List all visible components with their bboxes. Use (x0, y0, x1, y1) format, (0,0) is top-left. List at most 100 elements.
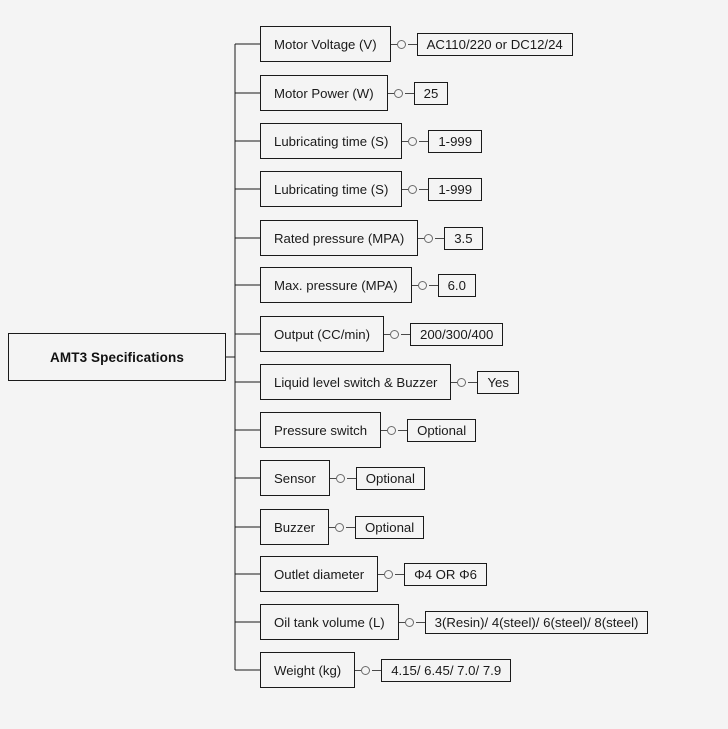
link-circle-connector-icon (398, 604, 425, 640)
spec-label-text: Weight (kg) (274, 662, 342, 678)
link-circle-connector-icon (418, 220, 445, 256)
connector-circle-icon (396, 39, 406, 49)
spec-label-node[interactable]: Oil tank volume (L) (260, 604, 399, 640)
spec-value-text: Optional (365, 470, 415, 486)
link-circle-connector-icon (402, 123, 429, 159)
spec-value-node[interactable]: 3(Resin)/ 4(steel)/ 6(steel)/ 8(steel) (424, 610, 649, 634)
spec-label-text: Outlet diameter (274, 566, 365, 582)
connector-stub-right (419, 189, 429, 191)
spec-value-node[interactable]: 3.5 (444, 226, 483, 250)
spec-value-node[interactable]: 6.0 (437, 273, 476, 297)
link-circle-connector-icon (387, 75, 414, 111)
connector-stub-right (372, 670, 382, 672)
spec-label-node[interactable]: Weight (kg) (260, 652, 356, 688)
connector-circle-icon (393, 88, 403, 98)
connector-stub-right (401, 334, 410, 336)
connector-stub-right (404, 93, 414, 95)
spec-label-node[interactable]: Motor Power (W) (260, 75, 388, 111)
connector-stub-right (468, 382, 478, 384)
spec-label-text: Lubricating time (S) (274, 133, 389, 149)
connector-stub-right (419, 141, 429, 143)
spec-value-text: 3.5 (454, 230, 473, 246)
spec-value-text: 1-999 (438, 181, 473, 197)
connector-circle-icon (408, 184, 418, 194)
spec-label-text: Motor Power (W) (274, 85, 374, 101)
spec-label-node[interactable]: Pressure switch (260, 412, 382, 448)
spec-row: Buzzer Optional (260, 509, 425, 545)
connector-stub-right (346, 478, 356, 480)
spec-label-node[interactable]: Buzzer (260, 509, 330, 545)
connector-circle-icon (417, 280, 427, 290)
spec-value-node[interactable]: AC110/220 or DC12/24 (416, 32, 573, 56)
spec-row: Output (CC/min) 200/300/400 (260, 316, 504, 352)
spec-label-node[interactable]: Lubricating time (S) (260, 123, 403, 159)
spec-row: Motor Power (W) 25 (260, 75, 449, 111)
spec-label-text: Pressure switch (274, 422, 368, 438)
connector-stub-left (387, 93, 394, 95)
spec-row: Pressure switch Optional (260, 412, 477, 448)
spec-label-node[interactable]: Max. pressure (MPA) (260, 267, 412, 303)
spec-label-text: Max. pressure (MPA) (274, 277, 398, 293)
link-circle-connector-icon (381, 412, 408, 448)
spec-value-text: 200/300/400 (420, 326, 494, 342)
connector-circle-icon (457, 377, 467, 387)
connector-stub-left (390, 44, 397, 46)
link-circle-connector-icon (329, 460, 356, 496)
spec-row: Weight (kg) 4.15/ 6.45/ 7.0/ 7.9 (260, 652, 512, 688)
spec-row: Rated pressure (MPA) 3.5 (260, 220, 483, 256)
spec-value-node[interactable]: Yes (477, 370, 519, 394)
spec-label-node[interactable]: Liquid level switch & Buzzer (260, 364, 452, 400)
spec-value-node[interactable]: Optional (355, 515, 425, 539)
spec-value-node[interactable]: 200/300/400 (410, 322, 504, 346)
spec-value-text: Optional (417, 422, 467, 438)
link-circle-connector-icon (329, 509, 356, 545)
spec-value-node[interactable]: 1-999 (428, 129, 483, 153)
spec-value-text: Yes (487, 374, 509, 390)
spec-value-text: 6.0 (447, 277, 466, 293)
spec-value-text: 1-999 (438, 133, 473, 149)
spec-value-text: AC110/220 or DC12/24 (426, 36, 563, 52)
spec-label-text: Buzzer (274, 519, 316, 535)
connector-stub-right (415, 622, 425, 624)
spec-label-text: Lubricating time (S) (274, 181, 389, 197)
spec-row: Lubricating time (S) 1-999 (260, 123, 483, 159)
link-circle-connector-icon (451, 364, 478, 400)
spec-label-text: Rated pressure (MPA) (274, 230, 405, 246)
link-circle-connector-icon (378, 556, 405, 592)
connector-circle-icon (335, 473, 345, 483)
spec-value-node[interactable]: Optional (407, 418, 477, 442)
spec-label-text: Oil tank volume (L) (274, 614, 385, 630)
specification-tree-diagram: AMT3 Specifications Motor Voltage (V) AC1… (0, 0, 728, 729)
spec-value-text: 25 (423, 85, 439, 101)
connector-circle-icon (335, 522, 345, 532)
spec-row: Liquid level switch & Buzzer Yes (260, 364, 519, 400)
spec-row: Outlet diameter Φ4 OR Φ6 (260, 556, 487, 592)
connector-stub-right (346, 527, 356, 529)
spec-label-node[interactable]: Motor Voltage (V) (260, 26, 391, 62)
root-node-amt3-specifications[interactable]: AMT3 Specifications (8, 333, 226, 381)
connector-stub-right (398, 430, 408, 432)
connector-stub-right (395, 574, 405, 576)
spec-value-node[interactable]: 25 (413, 81, 449, 105)
spec-value-node[interactable]: Φ4 OR Φ6 (404, 562, 487, 586)
spec-row: Sensor Optional (260, 460, 425, 496)
connector-circle-icon (387, 425, 397, 435)
spec-label-node[interactable]: Output (CC/min) (260, 316, 384, 352)
spec-label-node[interactable]: Sensor (260, 460, 330, 496)
spec-value-node[interactable]: Optional (355, 466, 425, 490)
connector-stub-left (398, 622, 405, 624)
spec-label-node[interactable]: Rated pressure (MPA) (260, 220, 419, 256)
connector-stub-left (411, 285, 418, 287)
spec-label-text: Motor Voltage (V) (274, 36, 377, 52)
spec-value-node[interactable]: 4.15/ 6.45/ 7.0/ 7.9 (381, 658, 512, 682)
spec-value-text: 4.15/ 6.45/ 7.0/ 7.9 (391, 662, 502, 678)
connector-circle-icon (384, 569, 394, 579)
connector-circle-icon (408, 136, 418, 146)
spec-row: Oil tank volume (L) 3(Resin)/ 4(steel)/ 6… (260, 604, 649, 640)
link-circle-connector-icon (402, 171, 429, 207)
spec-value-node[interactable]: 1-999 (428, 177, 483, 201)
spec-label-text: Liquid level switch & Buzzer (274, 374, 438, 390)
spec-label-node[interactable]: Lubricating time (S) (260, 171, 403, 207)
spec-label-node[interactable]: Outlet diameter (260, 556, 379, 592)
spec-value-text: Optional (365, 519, 415, 535)
